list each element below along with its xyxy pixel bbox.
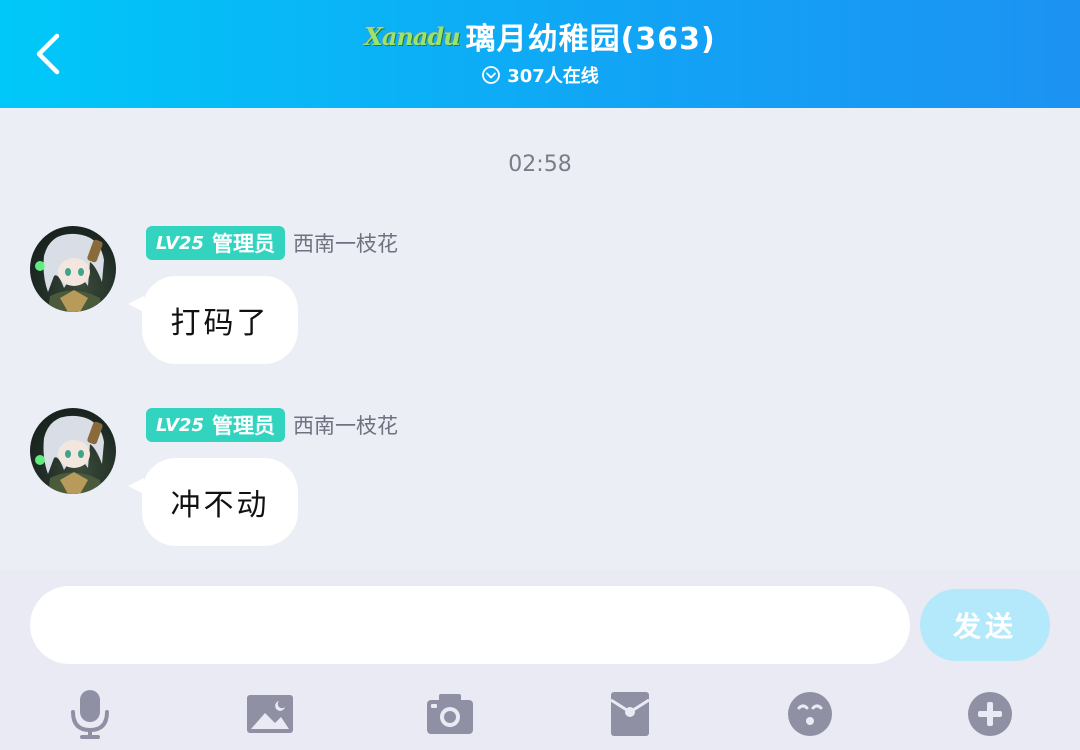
message-meta: LV25 管理员 西南一枝花 xyxy=(146,226,398,260)
red-packet-button[interactable] xyxy=(600,684,660,744)
admin-badge: LV25 管理员 xyxy=(146,226,285,260)
chevron-down-circle-icon xyxy=(482,66,501,84)
chat-header: Xanadu 璃月幼稚园(363) 307人在线 xyxy=(0,0,1080,108)
group-title: 璃月幼稚园(363) xyxy=(465,22,716,57)
role-label: 管理员 xyxy=(211,414,275,438)
plus-icon xyxy=(968,692,1012,736)
camera-button[interactable] xyxy=(420,684,480,744)
voice-button[interactable] xyxy=(60,684,120,744)
chat-area[interactable]: 02:58 LV25 管理员 西南一枝花 打码了 LV25 管理员 西南一枝花 … xyxy=(0,108,1080,570)
emoji-button[interactable] xyxy=(780,684,840,744)
message-item: LV25 管理员 西南一枝花 打码了 xyxy=(0,226,1080,366)
message-item: LV25 管理员 西南一枝花 冲不动 xyxy=(0,408,1080,548)
photo-button[interactable] xyxy=(240,684,300,744)
sender-name[interactable]: 西南一枝花 xyxy=(293,228,398,258)
more-button[interactable] xyxy=(960,684,1020,744)
online-status[interactable]: 307人在线 xyxy=(0,62,1080,88)
role-label: 管理员 xyxy=(211,232,275,256)
composer-toolbar xyxy=(0,680,1080,750)
avatar-image xyxy=(35,233,104,312)
message-input[interactable] xyxy=(30,586,910,664)
level-label: LV25 xyxy=(156,414,204,436)
image-icon xyxy=(247,695,293,733)
emoji-icon xyxy=(788,692,832,736)
message-bubble[interactable]: 冲不动 xyxy=(142,458,298,546)
composer-bar: 发送 xyxy=(0,570,1080,750)
level-label: LV25 xyxy=(156,232,204,254)
message-bubble[interactable]: 打码了 xyxy=(142,276,298,364)
title-row[interactable]: Xanadu 璃月幼稚园(363) xyxy=(0,14,1080,58)
message-meta: LV25 管理员 西南一枝花 xyxy=(146,408,398,442)
red-packet-icon xyxy=(610,692,650,736)
admin-badge: LV25 管理员 xyxy=(146,408,285,442)
avatar[interactable] xyxy=(30,408,116,494)
online-count: 307人在线 xyxy=(507,66,599,87)
camera-icon xyxy=(427,694,473,734)
group-logo: Xanadu xyxy=(364,21,460,51)
message-timestamp: 02:58 xyxy=(508,152,572,177)
microphone-icon xyxy=(71,690,109,739)
sender-name[interactable]: 西南一枝花 xyxy=(293,410,398,440)
avatar-image xyxy=(35,415,104,494)
send-button[interactable]: 发送 xyxy=(920,589,1050,661)
avatar[interactable] xyxy=(30,226,116,312)
